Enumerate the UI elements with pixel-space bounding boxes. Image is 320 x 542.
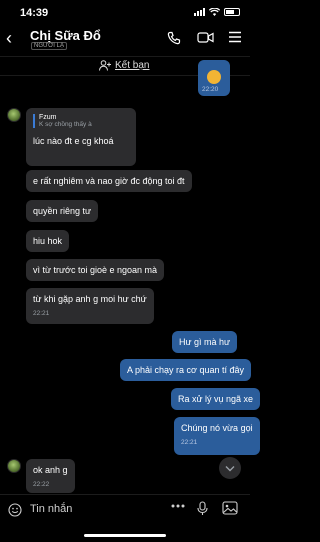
outgoing-message[interactable]: Ra xử lý vụ ngã xe — [171, 388, 261, 410]
emoji-picker-icon[interactable] — [8, 503, 22, 517]
message-time: 22:21 — [33, 310, 50, 317]
status-time: 14:39 — [20, 7, 49, 19]
contact-name[interactable]: Chị Sữa Đổ — [30, 28, 101, 43]
incoming-message[interactable]: ok anh g 22:22 — [26, 459, 75, 493]
add-friend-button[interactable]: Kết bạn — [99, 60, 149, 71]
emoji-icon — [207, 70, 221, 84]
add-friend-label: Kết bạn — [115, 60, 150, 71]
phone-icon[interactable] — [167, 31, 181, 45]
microphone-icon[interactable] — [197, 501, 208, 516]
signal-icon — [194, 8, 205, 16]
incoming-message-with-reply[interactable]: Fzum K sợ chồng thấy à lúc nào đt e cg k… — [26, 108, 136, 166]
message-text: từ khi gặp anh g moi hư chứ — [33, 294, 147, 304]
status-bar: 14:39 — [0, 0, 250, 26]
message-time: 22:22 — [33, 481, 50, 488]
add-user-icon — [99, 60, 111, 71]
message-text: hiu hok — [33, 236, 63, 246]
quote-text: K sợ chồng thấy à — [39, 121, 92, 128]
incoming-message[interactable]: vì từ trước toi gioè e ngoan mà — [26, 259, 165, 281]
quote-sender: Fzum — [39, 114, 57, 121]
status-icons — [194, 8, 240, 16]
outgoing-message[interactable]: Chúng nó vừa gọi 22:21 — [174, 417, 260, 455]
message-text: vì từ trước toi gioè e ngoan mà — [33, 265, 158, 275]
incoming-message[interactable]: từ khi gặp anh g moi hư chứ 22:21 — [26, 288, 154, 324]
message-time: 22:20 — [202, 86, 219, 93]
avatar[interactable] — [7, 108, 21, 122]
message-text: Hư gì mà hư — [179, 337, 231, 347]
composer-bar: Tin nhắn — [0, 494, 250, 524]
incoming-message[interactable]: e rất nghiêm và nao giờ đc động toi đt — [26, 170, 192, 192]
avatar[interactable] — [7, 459, 21, 473]
incoming-message[interactable]: hiu hok — [26, 230, 70, 252]
wifi-icon — [209, 8, 220, 16]
message-text: lúc nào đt e cg khoá — [33, 136, 114, 146]
outgoing-sticker-bubble[interactable]: 22:20 — [198, 60, 230, 96]
message-text: e rất nghiêm và nao giờ đc động toi đt — [33, 176, 185, 186]
outgoing-message[interactable]: Hư gì mà hư — [172, 331, 238, 353]
outgoing-message[interactable]: A phải chạy ra cơ quan tí đây — [120, 359, 251, 381]
chevron-down-icon — [225, 465, 235, 471]
message-time: 22:21 — [181, 439, 198, 446]
more-options-icon[interactable] — [171, 504, 185, 508]
stranger-badge: NGƯỜI LẠ — [31, 42, 67, 50]
message-input[interactable]: Tin nhắn — [30, 503, 72, 515]
image-icon[interactable] — [222, 501, 238, 515]
message-text: quyền riêng tư — [33, 206, 92, 216]
home-indicator — [84, 534, 166, 537]
scroll-down-button[interactable] — [219, 457, 241, 479]
chat-header: ‹ Chị Sữa Đổ NGƯỜI LẠ — [0, 26, 250, 54]
message-text: Chúng nó vừa gọi — [181, 423, 253, 433]
video-call-icon[interactable] — [197, 31, 214, 44]
reply-quote[interactable]: Fzum K sợ chồng thấy à — [33, 114, 129, 128]
back-icon[interactable]: ‹ — [6, 28, 12, 49]
incoming-message[interactable]: quyền riêng tư — [26, 200, 99, 222]
battery-icon — [224, 8, 240, 16]
message-text: Ra xử lý vụ ngã xe — [178, 394, 254, 404]
message-text: A phải chạy ra cơ quan tí đây — [127, 365, 244, 375]
menu-icon[interactable] — [228, 31, 242, 43]
message-text: ok anh g — [33, 465, 68, 475]
